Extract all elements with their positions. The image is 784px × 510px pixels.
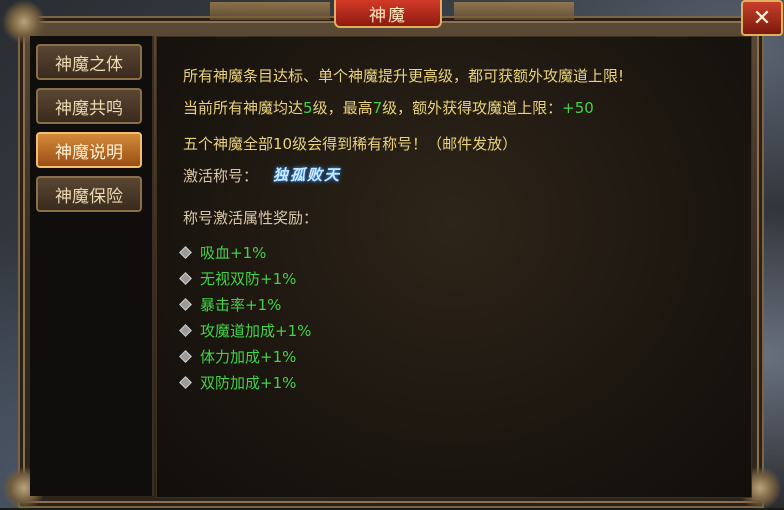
attribute-reward-header: 称号激活属性奖励： <box>183 209 319 227</box>
list-item: 吸血+1% <box>179 241 267 263</box>
current-level-mid2: 级，额外获得攻魔道上限： <box>382 99 563 117</box>
diamond-bullet-icon <box>179 375 192 389</box>
bonus-text: 体力加成+1% <box>200 347 297 366</box>
requirement-text: 所有神魔条目达标、单个神魔提升更高级，都可获额外攻魔道上限! <box>183 67 625 85</box>
window-title: 神魔 <box>334 0 442 28</box>
sidebar: 神魔之体 神魔共鸣 神魔说明 神魔保险 <box>30 36 154 496</box>
diamond-bullet-icon <box>179 271 192 285</box>
sidebar-item-resonance[interactable]: 神魔共鸣 <box>36 88 142 124</box>
avg-level-value: 5 <box>303 99 313 117</box>
list-item: 体力加成+1% <box>179 345 297 367</box>
diamond-bullet-icon <box>179 349 192 363</box>
current-level-prefix: 当前所有神魔均达 <box>183 99 304 117</box>
sidebar-item-description[interactable]: 神魔说明 <box>36 132 142 168</box>
diamond-bullet-icon <box>179 323 192 337</box>
diamond-bullet-icon <box>179 297 192 311</box>
current-level-mid1: 级，最高 <box>312 99 373 117</box>
sidebar-item-label: 神魔共鸣 <box>55 98 123 119</box>
sidebar-item-label: 神魔保险 <box>55 186 123 207</box>
bonus-text: 暴击率+1% <box>200 295 282 314</box>
current-level-text: 当前所有神魔均达5级，最高7级，额外获得攻魔道上限：+50 <box>183 97 594 118</box>
bonus-text: 吸血+1% <box>200 243 267 262</box>
bonus-text: 无视双防+1% <box>200 269 297 288</box>
title-name-text: 独孤败天 <box>273 166 342 184</box>
sidebar-item-body[interactable]: 神魔之体 <box>36 44 142 80</box>
bonus-cap-value: +50 <box>562 99 594 117</box>
sidebar-item-label: 神魔之体 <box>55 54 123 75</box>
title-ornament-right <box>454 2 574 20</box>
list-item: 双防加成+1% <box>179 371 297 393</box>
list-item: 攻魔道加成+1% <box>179 319 312 341</box>
description-panel: 所有神魔条目达标、单个神魔提升更高级，都可获额外攻魔道上限! 当前所有神魔均达5… <box>156 36 752 498</box>
title-ornament-left <box>210 2 330 20</box>
bonus-text: 攻魔道加成+1% <box>200 321 312 340</box>
list-item: 无视双防+1% <box>179 267 297 289</box>
list-item: 暴击率+1% <box>179 293 282 315</box>
sidebar-item-insurance[interactable]: 神魔保险 <box>36 176 142 212</box>
max-level-value: 7 <box>372 99 383 117</box>
close-icon: ✕ <box>752 5 772 31</box>
diamond-bullet-icon <box>179 245 192 259</box>
close-button[interactable]: ✕ <box>741 0 783 36</box>
rare-title-text: 五个神魔全部10级会得到稀有称号！（邮件发放） <box>183 135 518 153</box>
activate-title-label: 激活称号： <box>183 167 259 185</box>
sidebar-item-label: 神魔说明 <box>55 142 123 163</box>
bonus-text: 双防加成+1% <box>200 373 297 392</box>
